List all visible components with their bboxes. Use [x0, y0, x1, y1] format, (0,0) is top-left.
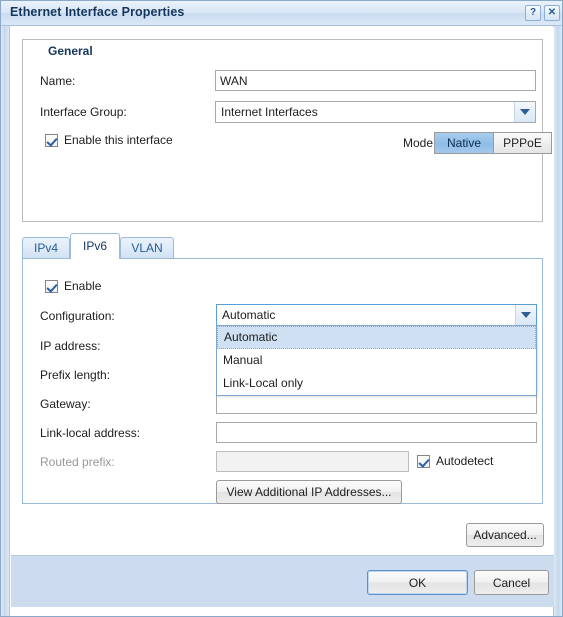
tab-strip: IPv4 IPv6 VLAN: [22, 233, 543, 259]
tab-ipv6[interactable]: IPv6: [70, 233, 120, 259]
ipv6-enable-label: Enable: [64, 279, 102, 293]
enable-interface-checkbox[interactable]: Enable this interface: [45, 133, 173, 147]
interface-group-value: Internet Interfaces: [221, 105, 318, 119]
window-title: Ethernet Interface Properties: [10, 5, 185, 19]
window-frame-right: [553, 26, 562, 616]
checkbox-icon: [45, 133, 58, 147]
mode-segmented-control: Native PPPoE: [434, 132, 552, 154]
link-local-address-input[interactable]: [216, 422, 537, 443]
tab-ipv4[interactable]: IPv4: [22, 237, 70, 259]
help-icon[interactable]: ?: [525, 5, 541, 21]
link-local-address-label: Link-local address:: [40, 426, 141, 440]
ok-button[interactable]: OK: [367, 570, 468, 595]
window-frame-left: [1, 26, 10, 616]
routed-prefix-label: Routed prefix:: [40, 455, 115, 469]
prefix-length-label: Prefix length:: [40, 368, 111, 382]
mode-option-pppoe[interactable]: PPPoE: [493, 133, 551, 153]
ipv6-enable-checkbox[interactable]: Enable: [45, 279, 101, 293]
configuration-select[interactable]: Automatic: [216, 304, 537, 326]
interface-group-select[interactable]: Internet Interfaces: [215, 101, 536, 123]
checkbox-icon: [417, 454, 430, 468]
cancel-button[interactable]: Cancel: [474, 570, 549, 595]
close-icon[interactable]: ✕: [544, 5, 560, 21]
title-bar: Ethernet Interface Properties ? ✕: [1, 1, 562, 26]
configuration-option-automatic[interactable]: Automatic: [217, 326, 536, 349]
gateway-label: Gateway:: [40, 397, 91, 411]
general-group: General Name: Interface Group: Internet …: [22, 39, 552, 222]
ethernet-interface-properties-dialog: Ethernet Interface Properties ? ✕ Genera…: [0, 0, 563, 617]
general-group-legend: General: [43, 44, 98, 58]
interface-group-label: Interface Group:: [40, 105, 127, 119]
name-label: Name:: [40, 74, 76, 88]
ipv6-tab-panel: Enable Configuration: Automatic IP addre…: [22, 258, 543, 504]
configuration-value: Automatic: [222, 308, 276, 322]
name-input[interactable]: [215, 70, 536, 91]
configuration-dropdown-list[interactable]: Automatic Manual Link-Local only: [216, 325, 537, 396]
enable-interface-label: Enable this interface: [64, 133, 173, 147]
dialog-body: General Name: Interface Group: Internet …: [11, 27, 554, 555]
ip-address-label: IP address:: [40, 339, 101, 353]
tab-vlan[interactable]: VLAN: [120, 237, 174, 259]
gateway-input[interactable]: [216, 393, 537, 414]
checkbox-icon: [45, 279, 58, 293]
configuration-label: Configuration:: [40, 309, 115, 323]
mode-option-native[interactable]: Native: [435, 133, 493, 153]
autodetect-label: Autodetect: [436, 454, 494, 468]
view-additional-ip-addresses-button[interactable]: View Additional IP Addresses...: [216, 480, 402, 504]
configuration-option-manual[interactable]: Manual: [217, 349, 536, 372]
interface-group-chevron-down-icon[interactable]: [514, 102, 535, 122]
mode-label: Mode:: [403, 136, 437, 150]
title-bar-buttons: ? ✕: [525, 5, 560, 21]
configuration-option-link-local-only[interactable]: Link-Local only: [217, 372, 536, 395]
routed-prefix-input: [216, 451, 409, 472]
dialog-footer: OK Cancel: [11, 555, 554, 607]
autodetect-checkbox[interactable]: Autodetect: [417, 454, 493, 468]
advanced-button[interactable]: Advanced...: [466, 523, 544, 547]
configuration-chevron-down-icon[interactable]: [515, 305, 536, 325]
